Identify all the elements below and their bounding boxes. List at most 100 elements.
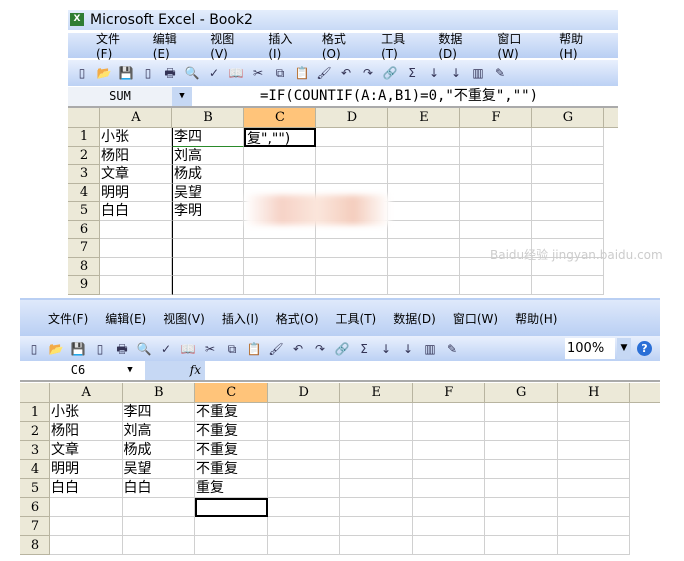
cell-C8[interactable] xyxy=(195,536,268,555)
row-header[interactable]: 5 xyxy=(20,479,50,498)
cell-A3[interactable]: 文章 xyxy=(50,441,123,460)
cell-E1[interactable] xyxy=(388,128,460,147)
cell-B6[interactable] xyxy=(122,498,195,517)
cell-E6[interactable] xyxy=(340,498,413,517)
cell-B8[interactable] xyxy=(122,536,195,555)
hyperlink-icon[interactable]: 🔗 xyxy=(334,341,350,357)
column-header-A[interactable]: A xyxy=(100,108,172,128)
cell-F6[interactable] xyxy=(412,498,485,517)
cell-G7[interactable] xyxy=(485,517,558,536)
menu-item[interactable]: 格式(O) xyxy=(322,30,364,61)
sort-asc-icon[interactable]: ↓ xyxy=(378,341,394,357)
research-icon[interactable]: 📖 xyxy=(228,65,244,81)
cell-B4[interactable]: 吴望 xyxy=(122,460,195,479)
cell-E9[interactable] xyxy=(388,276,460,295)
menu-item[interactable]: 插入(I) xyxy=(268,30,304,61)
cell-E4[interactable] xyxy=(340,460,413,479)
row-header[interactable]: 6 xyxy=(20,498,50,517)
cell-E5[interactable] xyxy=(388,202,460,221)
cell-E3[interactable] xyxy=(340,441,413,460)
print-preview-icon[interactable]: 🔍 xyxy=(184,65,200,81)
cell-F1[interactable] xyxy=(412,403,485,422)
row-header[interactable]: 7 xyxy=(20,517,50,536)
menu-item[interactable]: 文件(F) xyxy=(48,310,88,327)
cell-A4[interactable]: 明明 xyxy=(100,183,172,202)
new-icon[interactable]: ▯ xyxy=(26,341,42,357)
cell-A1[interactable]: 小张 xyxy=(50,403,123,422)
open-icon[interactable]: 📂 xyxy=(96,65,112,81)
cell-G4[interactable] xyxy=(485,460,558,479)
sort-asc-icon[interactable]: ↓ xyxy=(426,65,442,81)
cell-F5[interactable] xyxy=(460,202,532,221)
cell-B1[interactable]: 李四 xyxy=(122,403,195,422)
cell-D7[interactable] xyxy=(267,517,340,536)
row-header[interactable]: 2 xyxy=(68,146,100,165)
row-header[interactable]: 7 xyxy=(68,239,100,258)
cell-A2[interactable]: 杨阳 xyxy=(50,422,123,441)
cell-G2[interactable] xyxy=(485,422,558,441)
cell-A5[interactable]: 白白 xyxy=(100,202,172,221)
cell-C3[interactable] xyxy=(244,165,316,184)
cell-D1[interactable] xyxy=(316,128,388,147)
cell-E7[interactable] xyxy=(340,517,413,536)
cell-A4[interactable]: 明明 xyxy=(50,460,123,479)
autosum-icon[interactable]: Σ xyxy=(356,341,372,357)
cell-B6[interactable] xyxy=(172,220,244,239)
cell-H4[interactable] xyxy=(557,460,630,479)
row-header[interactable]: 4 xyxy=(20,460,50,479)
cell-A2[interactable]: 杨阳 xyxy=(100,146,172,165)
research-icon[interactable]: 📖 xyxy=(180,341,196,357)
cell-F3[interactable] xyxy=(460,165,532,184)
new-icon[interactable]: ▯ xyxy=(74,65,90,81)
cell-D8[interactable] xyxy=(267,536,340,555)
cell-F7[interactable] xyxy=(412,517,485,536)
cell-G3[interactable] xyxy=(485,441,558,460)
cell-B1[interactable]: 李四 xyxy=(172,128,244,147)
cell-H3[interactable] xyxy=(557,441,630,460)
name-box[interactable]: SUM xyxy=(68,87,172,106)
cell-E5[interactable] xyxy=(340,479,413,498)
hyperlink-icon[interactable]: 🔗 xyxy=(382,65,398,81)
cell-G5[interactable] xyxy=(485,479,558,498)
cell-C8[interactable] xyxy=(244,257,316,276)
column-header-B[interactable]: B xyxy=(172,108,244,128)
cell-D6[interactable] xyxy=(267,498,340,517)
cell-C5[interactable]: 重复 xyxy=(195,479,268,498)
cell-A3[interactable]: 文章 xyxy=(100,165,172,184)
column-header-C[interactable]: C xyxy=(244,108,316,128)
cell-A6[interactable] xyxy=(50,498,123,517)
column-header-H[interactable]: H xyxy=(557,383,630,403)
row-header[interactable]: 3 xyxy=(68,165,100,184)
cell-C1[interactable]: 复","") xyxy=(244,128,316,147)
menu-item[interactable]: 帮助(H) xyxy=(515,310,557,327)
select-all-corner[interactable] xyxy=(20,383,50,403)
cell-F4[interactable] xyxy=(412,460,485,479)
cell-A8[interactable] xyxy=(50,536,123,555)
cell-G4[interactable] xyxy=(532,183,604,202)
cell-G8[interactable] xyxy=(485,536,558,555)
undo-icon[interactable]: ↶ xyxy=(290,341,306,357)
help-icon[interactable]: ? xyxy=(637,341,652,356)
row-header[interactable]: 1 xyxy=(68,128,100,147)
menu-item[interactable]: 编辑(E) xyxy=(153,30,193,61)
menu-item[interactable]: 文件(F) xyxy=(96,30,136,61)
column-header-G[interactable]: G xyxy=(532,108,604,128)
column-header-D[interactable]: D xyxy=(316,108,388,128)
cell-H5[interactable] xyxy=(557,479,630,498)
menu-item[interactable]: 数据(D) xyxy=(393,310,436,327)
cell-A1[interactable]: 小张 xyxy=(100,128,172,147)
row-header[interactable]: 9 xyxy=(68,276,100,295)
format-painter-icon[interactable]: 🖌 xyxy=(268,341,284,357)
cell-A5[interactable]: 白白 xyxy=(50,479,123,498)
row-header[interactable]: 2 xyxy=(20,422,50,441)
print-preview-icon[interactable]: 🔍 xyxy=(136,341,152,357)
menu-item[interactable]: 插入(I) xyxy=(222,310,259,327)
menu-item[interactable]: 帮助(H) xyxy=(559,30,601,61)
cell-F3[interactable] xyxy=(412,441,485,460)
autosum-icon[interactable]: Σ xyxy=(404,65,420,81)
cell-G9[interactable] xyxy=(532,276,604,295)
cell-D2[interactable] xyxy=(316,146,388,165)
cell-C9[interactable] xyxy=(244,276,316,295)
permission-icon[interactable]: ▯ xyxy=(92,341,108,357)
cell-E2[interactable] xyxy=(388,146,460,165)
